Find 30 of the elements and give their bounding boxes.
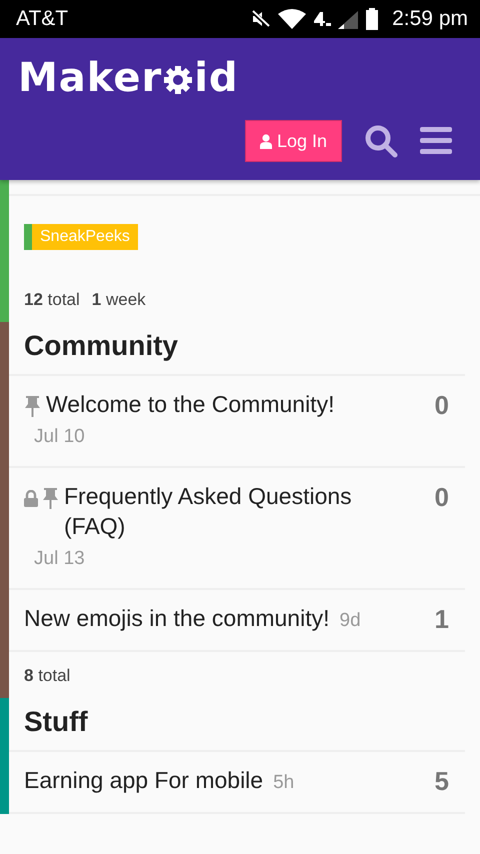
reply-count: 5 xyxy=(434,765,449,798)
topic-title[interactable]: Earning app For mobile xyxy=(24,765,264,795)
logo-text: Maker xyxy=(18,55,162,101)
reply-count: 1 xyxy=(434,603,449,636)
user-icon xyxy=(260,134,272,148)
category-stat: 8 total xyxy=(24,666,70,686)
clock: 2:59 pm xyxy=(392,7,468,31)
topic-date: Jul 13 xyxy=(34,548,85,569)
wifi-icon xyxy=(278,9,306,29)
topic-date: Jul 10 xyxy=(34,426,85,447)
category-stat: 1 week xyxy=(92,290,146,310)
topic-title[interactable]: Welcome to the Community! xyxy=(46,389,334,419)
lte-icon xyxy=(312,9,332,29)
reply-count: 0 xyxy=(434,389,449,422)
reply-count: 0 xyxy=(434,481,449,514)
signal-icon xyxy=(338,9,360,29)
topic-date: 9d xyxy=(340,610,361,631)
carrier: AT&T xyxy=(16,7,68,31)
battery-icon xyxy=(366,8,378,30)
logo-text: id xyxy=(194,55,239,101)
category-stat: 12 total xyxy=(24,290,80,310)
topic-title[interactable]: Frequently Asked Questions (FAQ) xyxy=(64,481,384,541)
gear-icon xyxy=(163,65,194,95)
category-title[interactable]: Community xyxy=(9,322,465,376)
menu-icon[interactable] xyxy=(420,127,452,155)
category-title[interactable]: Stuff xyxy=(9,698,465,752)
topic-title[interactable]: New emojis in the community! xyxy=(24,603,330,633)
search-icon[interactable] xyxy=(364,124,398,158)
mute-icon xyxy=(250,9,272,29)
topic-date: 5h xyxy=(273,772,294,793)
